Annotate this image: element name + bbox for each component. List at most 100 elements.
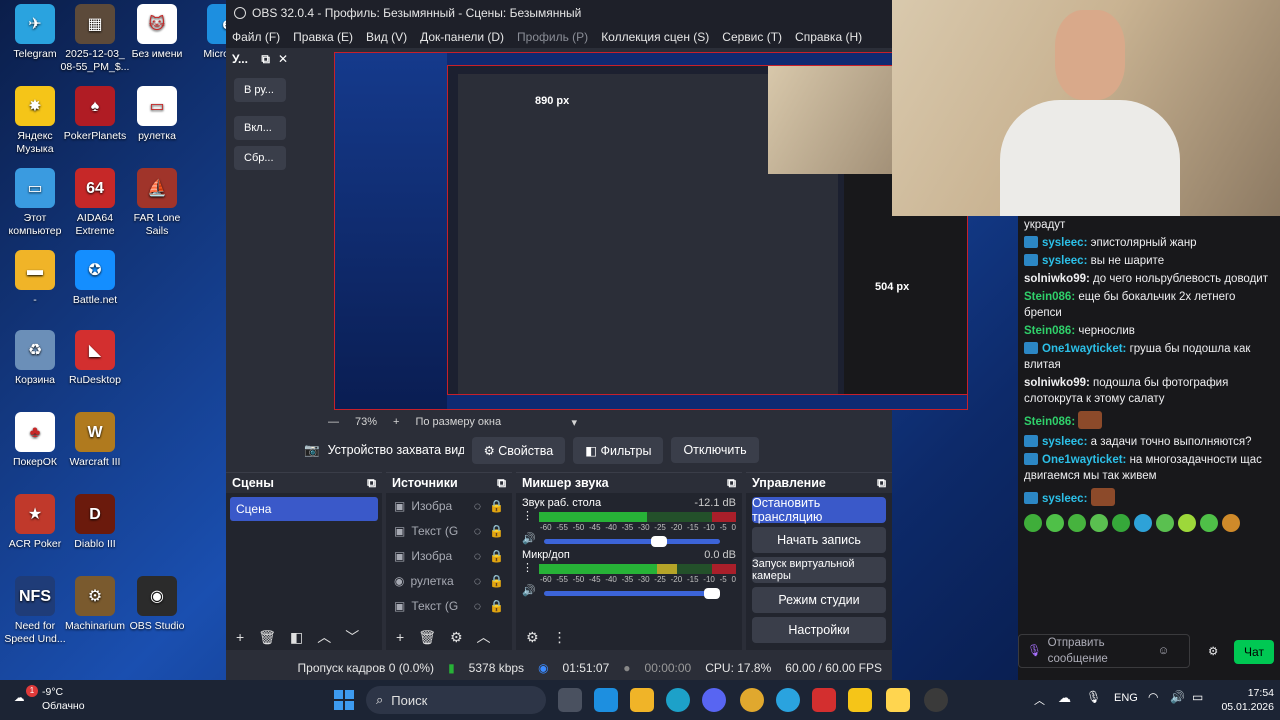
gear-icon[interactable]: ⚙ <box>526 629 539 646</box>
emoji-icon[interactable]: ☺ <box>1158 643 1170 659</box>
chat-username[interactable]: Stein086 <box>1024 325 1071 337</box>
chevron-up-icon[interactable]: ︿ <box>477 627 491 647</box>
menu-item[interactable]: Справка (H) <box>795 30 862 44</box>
chevron-up-icon[interactable]: ︿ <box>317 627 331 647</box>
source-item[interactable]: ▣ Изобра ◌ 🔒 <box>386 493 512 518</box>
lock-icon[interactable]: 🔒 <box>489 574 504 588</box>
chat-username[interactable]: Stein086 <box>1024 416 1071 428</box>
clock[interactable]: 17:54 05.01.2026 <box>1206 686 1274 714</box>
chat-username[interactable]: solniwko99 <box>1024 273 1086 285</box>
undock-icon[interactable]: ⧉ <box>727 476 736 491</box>
start-recording-button[interactable]: Начать запись <box>752 527 886 553</box>
chat-username[interactable]: solniwko99 <box>1024 377 1086 389</box>
volume-slider[interactable] <box>543 535 720 547</box>
desktop-shortcut[interactable]: ◣ RuDesktop <box>60 330 130 387</box>
volume-slider[interactable] <box>543 587 720 599</box>
menu-item[interactable]: Сервис (T) <box>722 30 782 44</box>
chevron-down-icon[interactable]: ▾ <box>571 416 577 429</box>
desktop-shortcut[interactable]: ⛵ FAR Lone Sails <box>122 168 192 238</box>
weather-widget[interactable]: ☁ 1 -9°C Облачно <box>14 685 94 713</box>
desktop-shortcut[interactable]: ⚙ Machinarium <box>60 576 130 633</box>
studio-mode-button[interactable]: Режим студии <box>752 587 886 613</box>
battery-icon[interactable]: ▭ <box>1192 690 1203 704</box>
yandex-music-icon[interactable] <box>848 688 872 712</box>
close-icon[interactable]: ✕ <box>278 52 288 67</box>
desktop-shortcut[interactable]: ◉ OBS Studio <box>122 576 192 633</box>
taskbar-search[interactable]: ⌕ Поиск <box>366 686 546 714</box>
chat-username[interactable]: Stein086 <box>1024 291 1071 303</box>
trash-icon[interactable]: 🗑 <box>418 629 436 646</box>
gear-icon[interactable]: ⚙ <box>450 629 463 646</box>
undock-icon[interactable]: ⧉ <box>497 476 506 491</box>
mic-icon[interactable]: 🎙 <box>1086 690 1101 704</box>
chevron-down-icon[interactable]: ﹀ <box>345 627 359 647</box>
obs-preview[interactable]: 890 px 504 px <box>334 52 968 410</box>
trash-icon[interactable]: 🗑 <box>258 629 276 646</box>
chat-username[interactable]: One1wayticket <box>1042 454 1123 466</box>
stop-stream-button[interactable]: Остановить трансляцию <box>752 496 886 524</box>
settings-button[interactable]: Настройки <box>752 617 886 643</box>
desktop-shortcut[interactable]: D Diablo III <box>60 494 130 551</box>
lock-icon[interactable]: 🔒 <box>489 524 504 538</box>
source-item[interactable]: ◉ рулетка ◌ 🔒 <box>386 568 512 593</box>
start-button[interactable] <box>334 690 354 710</box>
visibility-icon[interactable]: ◌ <box>474 574 481 588</box>
filter-icon[interactable]: ◧ <box>290 629 303 646</box>
add-icon[interactable]: + <box>236 629 244 645</box>
rudesktop-icon[interactable] <box>812 688 836 712</box>
edge-icon[interactable] <box>666 688 690 712</box>
zoom-in-button[interactable]: + <box>393 416 399 428</box>
side-button-1[interactable]: В ру... <box>234 78 286 102</box>
volume-handle[interactable] <box>704 587 720 599</box>
menu-item[interactable]: Док-панели (D) <box>420 30 504 44</box>
language-indicator[interactable]: ENG <box>1114 692 1138 704</box>
speaker-icon[interactable]: 🔊 <box>522 584 536 597</box>
side-button-2[interactable]: Вкл... <box>234 116 286 140</box>
disconnect-button[interactable]: Отключить <box>671 437 759 463</box>
side-button-3[interactable]: Сбр... <box>234 146 286 170</box>
desktop-shortcut[interactable]: ▭ рулетка <box>122 86 192 143</box>
menu-item[interactable]: Коллекция сцен (S) <box>601 30 709 44</box>
telegram-icon[interactable] <box>776 688 800 712</box>
gear-icon[interactable]: ⚙ <box>1208 644 1218 660</box>
onedrive-icon[interactable]: ☁ <box>1058 690 1071 706</box>
speaker-icon[interactable]: 🔊 <box>522 532 536 545</box>
more-icon[interactable]: ⋮ <box>522 509 533 522</box>
volume-icon[interactable]: 🔊 <box>1170 690 1185 704</box>
desktop-shortcut[interactable]: W Warcraft III <box>60 412 130 469</box>
zoom-mode-select[interactable]: По размеру окна <box>415 416 555 428</box>
undock-icon[interactable]: ⧉ <box>877 476 886 491</box>
chrome-icon[interactable] <box>740 688 764 712</box>
lock-icon[interactable]: 🔒 <box>489 549 504 563</box>
source-item[interactable]: ▣ Изобра ◌ 🔒 <box>386 543 512 568</box>
task-view-icon[interactable] <box>558 688 582 712</box>
chat-send-button[interactable]: Чат <box>1234 640 1274 664</box>
chat-input[interactable]: 🎙 Отправить сообщение ☺ <box>1018 634 1190 668</box>
lock-icon[interactable]: 🔒 <box>489 599 504 613</box>
menu-item[interactable]: Профиль (P) <box>517 30 588 44</box>
visibility-icon[interactable]: ◌ <box>474 499 481 513</box>
more-icon[interactable]: ⋮ <box>522 561 533 574</box>
scene-item[interactable]: Сцена <box>230 497 378 521</box>
undock-icon[interactable]: ⧉ <box>261 52 270 67</box>
source-item[interactable]: ▣ Текст (G ◌ 🔒 <box>386 593 512 618</box>
chat-username[interactable]: sysleec <box>1042 237 1084 249</box>
desktop-shortcut[interactable]: ♠ PokerPlanets <box>60 86 130 143</box>
chat-username[interactable]: sysleec <box>1042 493 1084 505</box>
explorer-icon[interactable] <box>594 688 618 712</box>
filters-button[interactable]: ◧ Фильтры <box>573 436 664 464</box>
menu-item[interactable]: Файл (F) <box>232 30 280 44</box>
wifi-icon[interactable]: ◠ <box>1148 690 1158 704</box>
properties-button[interactable]: ⚙ Свойства <box>471 436 566 464</box>
menu-item[interactable]: Вид (V) <box>366 30 407 44</box>
visibility-icon[interactable]: ◌ <box>474 549 481 563</box>
more-icon[interactable]: ⋮ <box>553 629 567 646</box>
add-icon[interactable]: + <box>396 629 404 645</box>
app-icon[interactable] <box>886 688 910 712</box>
desktop-shortcut[interactable]: 64 AIDA64 Extreme <box>60 168 130 238</box>
desktop-shortcut[interactable]: ▦ 2025-12-03_ 08-55_PM_$... <box>60 4 130 74</box>
source-item[interactable]: ▣ Текст (G ◌ 🔒 <box>386 518 512 543</box>
menu-item[interactable]: Правка (E) <box>293 30 353 44</box>
zoom-out-button[interactable]: — <box>328 416 339 428</box>
virtual-camera-button[interactable]: Запуск виртуальной камеры <box>752 557 886 583</box>
